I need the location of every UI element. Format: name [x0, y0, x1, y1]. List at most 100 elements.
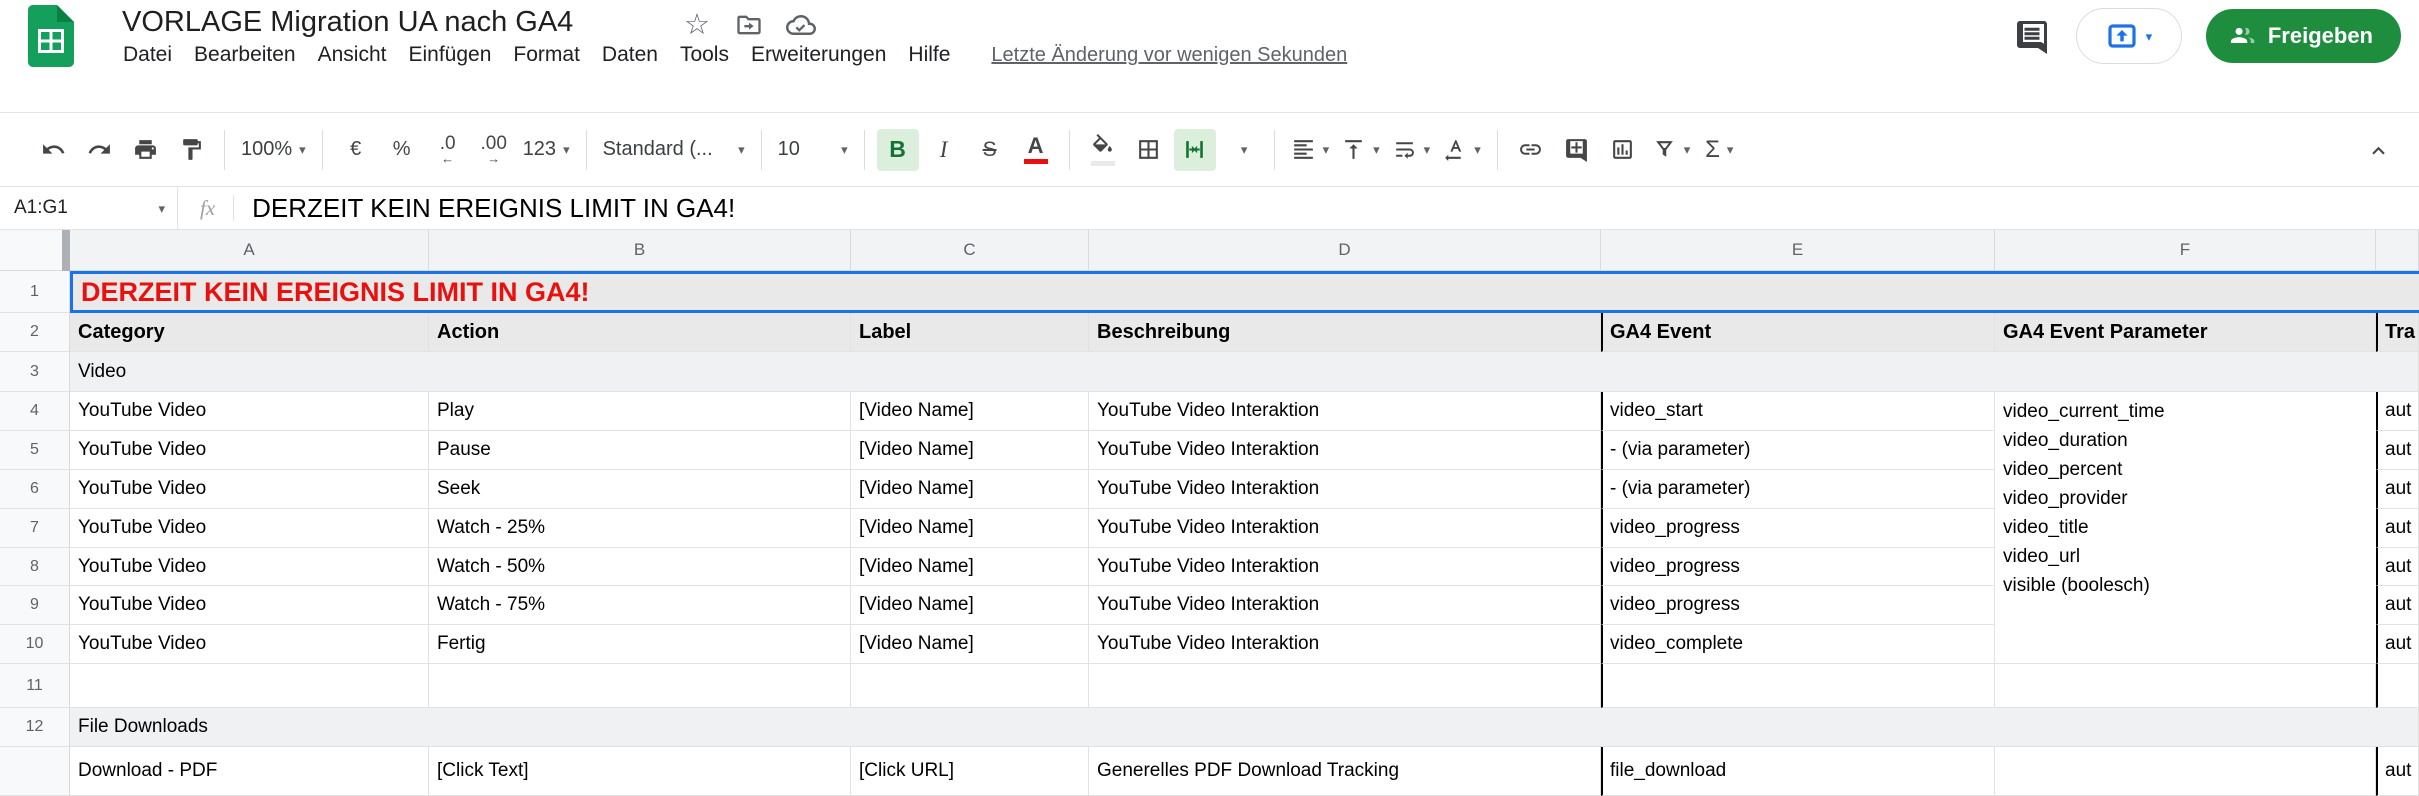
fill-color-button[interactable] [1082, 129, 1124, 171]
cell-D7[interactable]: YouTube Video Interaktion [1089, 509, 1601, 548]
cell-D10[interactable]: YouTube Video Interaktion [1089, 625, 1601, 664]
cell-B4[interactable]: Play [429, 392, 851, 431]
grid-corner[interactable] [0, 230, 70, 271]
cell-E2[interactable]: GA4 Event [1601, 313, 1995, 352]
menu-ansicht[interactable]: Ansicht [307, 40, 398, 70]
cloud-saved-icon[interactable] [784, 8, 818, 42]
text-wrap-button[interactable]: ▾ [1388, 129, 1435, 171]
sheets-logo-icon[interactable] [28, 5, 74, 67]
menu-hilfe[interactable]: Hilfe [897, 40, 961, 70]
cell-B9[interactable]: Watch - 75% [429, 586, 851, 625]
column-header-A[interactable]: A [70, 230, 429, 271]
formula-input[interactable]: DERZEIT KEIN EREIGNIS LIMIT IN GA4! [252, 193, 735, 224]
cell-C11[interactable] [851, 664, 1089, 708]
text-color-button[interactable]: A [1015, 129, 1057, 171]
row-header-6[interactable]: 6 [0, 470, 70, 509]
cell-A9[interactable]: YouTube Video [70, 586, 429, 625]
format-currency-button[interactable]: € [335, 129, 377, 171]
menu-bearbeiten[interactable]: Bearbeiten [183, 40, 307, 70]
row-header-12[interactable]: 12 [0, 708, 70, 747]
cell-F4-F10-merged[interactable]: video_current_time video_duration video_pe… [1995, 392, 2376, 664]
cell-G11[interactable] [2376, 664, 2419, 708]
cell-Br13[interactable]: [Click Text] [429, 747, 851, 796]
redo-button[interactable] [78, 129, 120, 171]
menu-datei[interactable]: Datei [112, 40, 183, 70]
merge-cells-dropdown[interactable]: ▾ [1220, 129, 1262, 171]
insert-link-button[interactable] [1510, 129, 1552, 171]
cell-C10[interactable]: [Video Name] [851, 625, 1089, 664]
merge-cells-button[interactable] [1173, 128, 1216, 171]
paint-format-button[interactable] [170, 129, 212, 171]
cell-F2[interactable]: GA4 Event Parameter [1995, 313, 2376, 352]
cell-A6[interactable]: YouTube Video [70, 470, 429, 509]
cell-A2[interactable]: Category [70, 313, 429, 352]
cell-E8[interactable]: video_progress [1601, 548, 1995, 586]
cell-G10[interactable]: aut [2376, 625, 2419, 664]
functions-button[interactable]: Σ ▾ [1698, 129, 1740, 171]
cell-E4[interactable]: video_start [1601, 392, 1995, 431]
cell-F11[interactable] [1995, 664, 2376, 708]
cell-B7[interactable]: Watch - 25% [429, 509, 851, 548]
cell-G9[interactable]: aut [2376, 586, 2419, 625]
cell-E6[interactable]: - (via parameter) [1601, 470, 1995, 509]
cell-E9[interactable]: video_progress [1601, 586, 1995, 625]
print-button[interactable] [124, 129, 166, 171]
row-header-7[interactable]: 7 [0, 509, 70, 548]
text-rotation-button[interactable]: ▾ [1438, 129, 1485, 171]
hide-toolbar-button[interactable] [2357, 129, 2399, 171]
cell-A7[interactable]: YouTube Video [70, 509, 429, 548]
borders-button[interactable] [1128, 129, 1170, 171]
cell-B6[interactable]: Seek [429, 470, 851, 509]
format-percent-button[interactable]: % [381, 129, 423, 171]
column-header-C[interactable]: C [851, 230, 1089, 271]
cell-A11[interactable] [70, 664, 429, 708]
cell-E10[interactable]: video_complete [1601, 625, 1995, 664]
cell-C4[interactable]: [Video Name] [851, 392, 1089, 431]
number-format-button[interactable]: 123 ▾ [519, 129, 574, 171]
cell-E5[interactable]: - (via parameter) [1601, 431, 1995, 470]
increase-decimals-button[interactable]: .00 → [473, 129, 515, 171]
insert-chart-button[interactable] [1602, 129, 1644, 171]
cell-B2[interactable]: Action [429, 313, 851, 352]
row-header-2[interactable]: 2 [0, 313, 70, 352]
cell-C5[interactable]: [Video Name] [851, 431, 1089, 470]
menu-format[interactable]: Format [502, 40, 591, 70]
comment-history-button[interactable] [2012, 16, 2052, 56]
document-title[interactable]: VORLAGE Migration UA nach GA4 [122, 6, 573, 39]
italic-button[interactable]: I [923, 129, 965, 171]
cell-A5[interactable]: YouTube Video [70, 431, 429, 470]
column-header-E[interactable]: E [1601, 230, 1995, 271]
row-header-1[interactable]: 1 [0, 271, 70, 313]
move-folder-icon[interactable] [732, 8, 766, 42]
cell-E7[interactable]: video_progress [1601, 509, 1995, 548]
cell-Fr13[interactable] [1995, 747, 2376, 796]
cell-B11[interactable] [429, 664, 851, 708]
insert-comment-button[interactable] [1556, 129, 1598, 171]
strikethrough-button[interactable]: S [969, 129, 1011, 171]
spreadsheet-grid[interactable]: A B C D E F 1 DERZEIT KEIN EREIGNIS LIMIT IN GA… [0, 230, 2419, 796]
cell-A1-merged-banner[interactable]: DERZEIT KEIN EREIGNIS LIMIT IN GA4! [70, 271, 2419, 313]
cell-E11[interactable] [1601, 664, 1995, 708]
cell-C8[interactable]: [Video Name] [851, 548, 1089, 586]
cell-A10[interactable]: YouTube Video [70, 625, 429, 664]
font-size-select[interactable]: 10 ▾ [774, 129, 852, 171]
column-header-B[interactable]: B [429, 230, 851, 271]
row-header-4[interactable]: 4 [0, 392, 70, 431]
cell-G2[interactable]: Tra [2376, 313, 2419, 352]
cell-G4[interactable]: aut [2376, 392, 2419, 431]
share-button[interactable]: Freigeben [2205, 9, 2401, 63]
decrease-decimals-button[interactable]: .0 ← [427, 129, 469, 171]
column-header-G[interactable] [2376, 230, 2419, 271]
section-row-video[interactable]: Video [70, 352, 2419, 392]
cell-D2[interactable]: Beschreibung [1089, 313, 1601, 352]
cell-Gr13[interactable]: aut [2376, 747, 2419, 796]
font-select[interactable]: Standard (... ▾ [599, 129, 749, 171]
zoom-select[interactable]: 100% ▾ [237, 129, 310, 171]
vertical-align-button[interactable]: ▾ [1337, 129, 1384, 171]
row-header-3[interactable]: 3 [0, 352, 70, 392]
cell-D8[interactable]: YouTube Video Interaktion [1089, 548, 1601, 586]
menu-einfuegen[interactable]: Einfügen [397, 40, 502, 70]
column-header-D[interactable]: D [1089, 230, 1601, 271]
menu-daten[interactable]: Daten [591, 40, 669, 70]
cell-B10[interactable]: Fertig [429, 625, 851, 664]
